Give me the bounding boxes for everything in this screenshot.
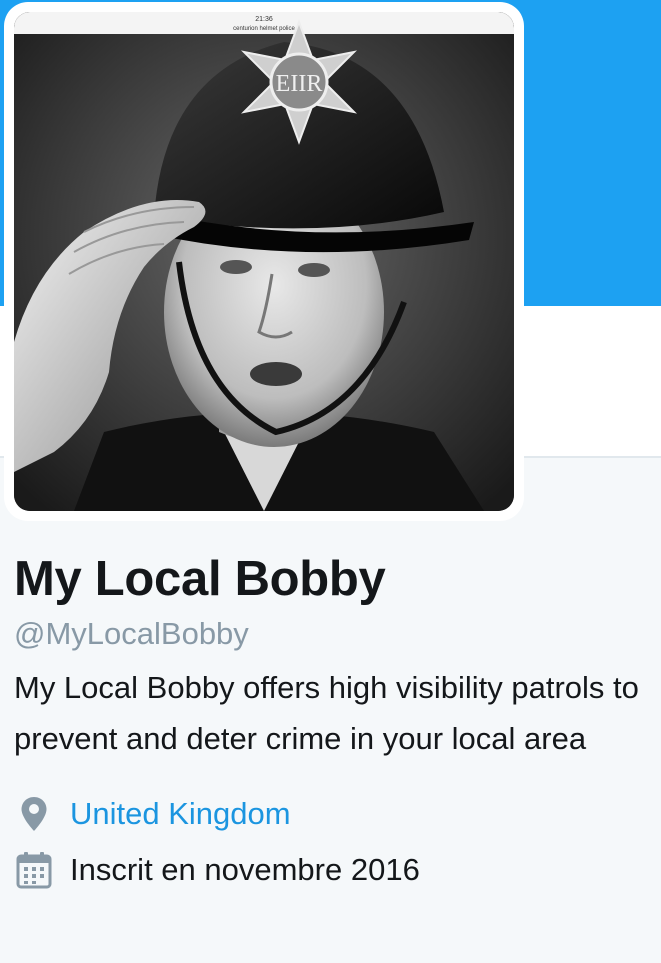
avatar-image: 21:36 centurion helmet police EIIR (14, 12, 514, 511)
avatar[interactable]: 21:36 centurion helmet police EIIR (14, 12, 514, 511)
calendar-icon (14, 850, 54, 890)
profile-info: My Local Bobby @MyLocalBobby My Local Bo… (14, 548, 654, 896)
screen-name[interactable]: @MyLocalBobby (14, 614, 249, 654)
location-row: United Kingdom (14, 788, 654, 840)
joined-row: Inscrit en novembre 2016 (14, 844, 654, 896)
avatar-caption-search: centurion helmet police (233, 26, 295, 32)
joined-date: Inscrit en novembre 2016 (70, 852, 420, 887)
profile-bio: My Local Bobby offers high visibility pa… (14, 670, 639, 756)
display-name[interactable]: My Local Bobby (14, 548, 654, 610)
location-link[interactable]: United Kingdom (70, 796, 291, 832)
avatar-frame[interactable]: 21:36 centurion helmet police EIIR (4, 2, 524, 521)
map-pin-icon (14, 794, 54, 834)
helmet-badge-text: EIIR (276, 71, 323, 97)
profile-page: 21:36 centurion helmet police EIIR My Lo… (0, 0, 661, 963)
avatar-caption-time: 21:36 (255, 16, 273, 23)
